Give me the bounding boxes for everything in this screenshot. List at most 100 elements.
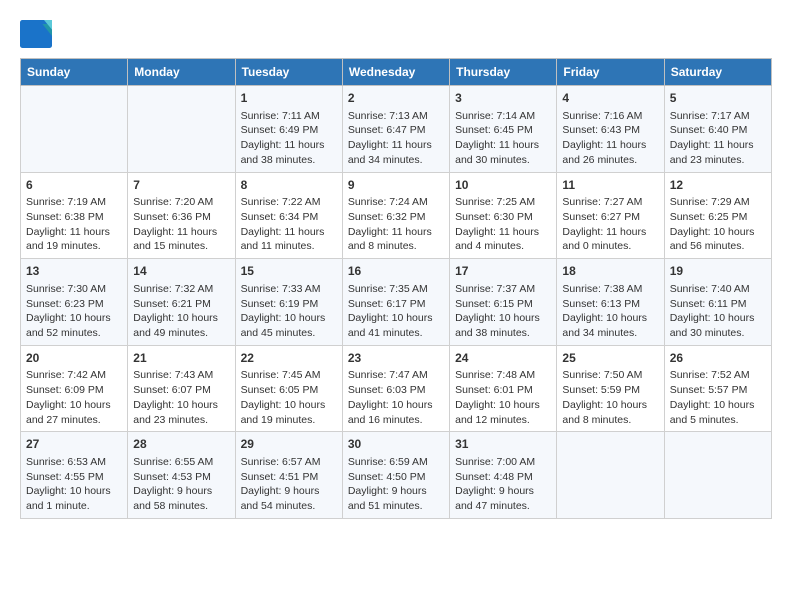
day-number: 4	[562, 90, 658, 107]
logo	[20, 20, 56, 48]
calendar-cell	[664, 432, 771, 519]
day-info: Sunrise: 7:43 AMSunset: 6:07 PMDaylight:…	[133, 368, 229, 427]
calendar-cell: 31 Sunrise: 7:00 AMSunset: 4:48 PMDayligh…	[450, 432, 557, 519]
day-info: Sunrise: 7:25 AMSunset: 6:30 PMDaylight:…	[455, 195, 551, 254]
weekday-header-monday: Monday	[128, 59, 235, 86]
day-info: Sunrise: 7:22 AMSunset: 6:34 PMDaylight:…	[241, 195, 337, 254]
calendar-cell: 13 Sunrise: 7:30 AMSunset: 6:23 PMDayligh…	[21, 259, 128, 346]
day-number: 27	[26, 436, 122, 453]
day-info: Sunrise: 7:14 AMSunset: 6:45 PMDaylight:…	[455, 109, 551, 168]
day-info: Sunrise: 7:16 AMSunset: 6:43 PMDaylight:…	[562, 109, 658, 168]
calendar-cell: 21Sunrise: 7:43 AMSunset: 6:07 PMDayligh…	[128, 345, 235, 432]
day-info: Sunrise: 7:42 AMSunset: 6:09 PMDaylight:…	[26, 368, 122, 427]
day-number: 24	[455, 350, 551, 367]
calendar-week-2: 6Sunrise: 7:19 AMSunset: 6:38 PMDaylight…	[21, 172, 772, 259]
calendar-cell: 28 Sunrise: 6:55 AMSunset: 4:53 PMDayligh…	[128, 432, 235, 519]
calendar-cell: 16 Sunrise: 7:35 AMSunset: 6:17 PMDayligh…	[342, 259, 449, 346]
day-number: 30	[348, 436, 444, 453]
day-number: 17	[455, 263, 551, 280]
calendar-body: 1 Sunrise: 7:11 AMSunset: 6:49 PMDaylight…	[21, 86, 772, 519]
day-info: Sunrise: 7:20 AMSunset: 6:36 PMDaylight:…	[133, 195, 229, 254]
day-info: Sunrise: 6:57 AMSunset: 4:51 PMDaylight:…	[241, 455, 337, 514]
day-info: Sunrise: 7:17 AMSunset: 6:40 PMDaylight:…	[670, 109, 766, 168]
calendar-table: SundayMondayTuesdayWednesdayThursdayFrid…	[20, 58, 772, 519]
day-number: 15	[241, 263, 337, 280]
day-number: 26	[670, 350, 766, 367]
weekday-header-thursday: Thursday	[450, 59, 557, 86]
day-number: 25	[562, 350, 658, 367]
day-number: 31	[455, 436, 551, 453]
day-number: 7	[133, 177, 229, 194]
day-number: 16	[348, 263, 444, 280]
calendar-cell: 6Sunrise: 7:19 AMSunset: 6:38 PMDaylight…	[21, 172, 128, 259]
calendar-cell: 24Sunrise: 7:48 AMSunset: 6:01 PMDayligh…	[450, 345, 557, 432]
calendar-cell: 22Sunrise: 7:45 AMSunset: 6:05 PMDayligh…	[235, 345, 342, 432]
calendar-week-5: 27 Sunrise: 6:53 AMSunset: 4:55 PMDayligh…	[21, 432, 772, 519]
day-number: 12	[670, 177, 766, 194]
day-info: Sunrise: 7:33 AMSunset: 6:19 PMDaylight:…	[241, 282, 337, 341]
calendar-header: SundayMondayTuesdayWednesdayThursdayFrid…	[21, 59, 772, 86]
calendar-cell: 1 Sunrise: 7:11 AMSunset: 6:49 PMDaylight…	[235, 86, 342, 173]
day-number: 8	[241, 177, 337, 194]
day-info: Sunrise: 7:00 AMSunset: 4:48 PMDaylight:…	[455, 455, 551, 514]
calendar-cell: 8Sunrise: 7:22 AMSunset: 6:34 PMDaylight…	[235, 172, 342, 259]
weekday-header-sunday: Sunday	[21, 59, 128, 86]
calendar-cell: 4 Sunrise: 7:16 AMSunset: 6:43 PMDaylight…	[557, 86, 664, 173]
day-number: 23	[348, 350, 444, 367]
calendar-cell: 15 Sunrise: 7:33 AMSunset: 6:19 PMDayligh…	[235, 259, 342, 346]
calendar-cell: 5 Sunrise: 7:17 AMSunset: 6:40 PMDaylight…	[664, 86, 771, 173]
day-info: Sunrise: 6:53 AMSunset: 4:55 PMDaylight:…	[26, 455, 122, 514]
calendar-cell: 10Sunrise: 7:25 AMSunset: 6:30 PMDayligh…	[450, 172, 557, 259]
day-number: 3	[455, 90, 551, 107]
day-number: 5	[670, 90, 766, 107]
weekday-header-row: SundayMondayTuesdayWednesdayThursdayFrid…	[21, 59, 772, 86]
day-info: Sunrise: 7:13 AMSunset: 6:47 PMDaylight:…	[348, 109, 444, 168]
day-number: 28	[133, 436, 229, 453]
day-number: 2	[348, 90, 444, 107]
calendar-cell: 26Sunrise: 7:52 AMSunset: 5:57 PMDayligh…	[664, 345, 771, 432]
calendar-cell: 20Sunrise: 7:42 AMSunset: 6:09 PMDayligh…	[21, 345, 128, 432]
day-number: 14	[133, 263, 229, 280]
day-info: Sunrise: 7:38 AMSunset: 6:13 PMDaylight:…	[562, 282, 658, 341]
day-number: 21	[133, 350, 229, 367]
day-info: Sunrise: 6:55 AMSunset: 4:53 PMDaylight:…	[133, 455, 229, 514]
calendar-cell: 17 Sunrise: 7:37 AMSunset: 6:15 PMDayligh…	[450, 259, 557, 346]
day-info: Sunrise: 7:27 AMSunset: 6:27 PMDaylight:…	[562, 195, 658, 254]
day-number: 6	[26, 177, 122, 194]
day-info: Sunrise: 7:37 AMSunset: 6:15 PMDaylight:…	[455, 282, 551, 341]
day-number: 9	[348, 177, 444, 194]
calendar-cell: 30 Sunrise: 6:59 AMSunset: 4:50 PMDayligh…	[342, 432, 449, 519]
day-info: Sunrise: 7:19 AMSunset: 6:38 PMDaylight:…	[26, 195, 122, 254]
day-info: Sunrise: 7:48 AMSunset: 6:01 PMDaylight:…	[455, 368, 551, 427]
day-info: Sunrise: 7:45 AMSunset: 6:05 PMDaylight:…	[241, 368, 337, 427]
day-info: Sunrise: 7:47 AMSunset: 6:03 PMDaylight:…	[348, 368, 444, 427]
logo-icon	[20, 20, 52, 48]
day-info: Sunrise: 6:59 AMSunset: 4:50 PMDaylight:…	[348, 455, 444, 514]
day-info: Sunrise: 7:30 AMSunset: 6:23 PMDaylight:…	[26, 282, 122, 341]
calendar-cell: 3 Sunrise: 7:14 AMSunset: 6:45 PMDaylight…	[450, 86, 557, 173]
calendar-week-1: 1 Sunrise: 7:11 AMSunset: 6:49 PMDaylight…	[21, 86, 772, 173]
weekday-header-friday: Friday	[557, 59, 664, 86]
day-info: Sunrise: 7:35 AMSunset: 6:17 PMDaylight:…	[348, 282, 444, 341]
day-number: 11	[562, 177, 658, 194]
calendar-week-3: 13 Sunrise: 7:30 AMSunset: 6:23 PMDayligh…	[21, 259, 772, 346]
calendar-cell: 25Sunrise: 7:50 AMSunset: 5:59 PMDayligh…	[557, 345, 664, 432]
day-info: Sunrise: 7:52 AMSunset: 5:57 PMDaylight:…	[670, 368, 766, 427]
day-number: 10	[455, 177, 551, 194]
calendar-cell: 9Sunrise: 7:24 AMSunset: 6:32 PMDaylight…	[342, 172, 449, 259]
day-number: 19	[670, 263, 766, 280]
calendar-cell: 23Sunrise: 7:47 AMSunset: 6:03 PMDayligh…	[342, 345, 449, 432]
calendar-cell: 11Sunrise: 7:27 AMSunset: 6:27 PMDayligh…	[557, 172, 664, 259]
day-number: 20	[26, 350, 122, 367]
day-info: Sunrise: 7:11 AMSunset: 6:49 PMDaylight:…	[241, 109, 337, 168]
calendar-cell: 12Sunrise: 7:29 AMSunset: 6:25 PMDayligh…	[664, 172, 771, 259]
day-info: Sunrise: 7:32 AMSunset: 6:21 PMDaylight:…	[133, 282, 229, 341]
page-header	[20, 20, 772, 48]
weekday-header-saturday: Saturday	[664, 59, 771, 86]
calendar-cell: 27 Sunrise: 6:53 AMSunset: 4:55 PMDayligh…	[21, 432, 128, 519]
calendar-cell: 18Sunrise: 7:38 AMSunset: 6:13 PMDayligh…	[557, 259, 664, 346]
day-number: 13	[26, 263, 122, 280]
calendar-cell: 2 Sunrise: 7:13 AMSunset: 6:47 PMDaylight…	[342, 86, 449, 173]
day-number: 22	[241, 350, 337, 367]
day-number: 1	[241, 90, 337, 107]
